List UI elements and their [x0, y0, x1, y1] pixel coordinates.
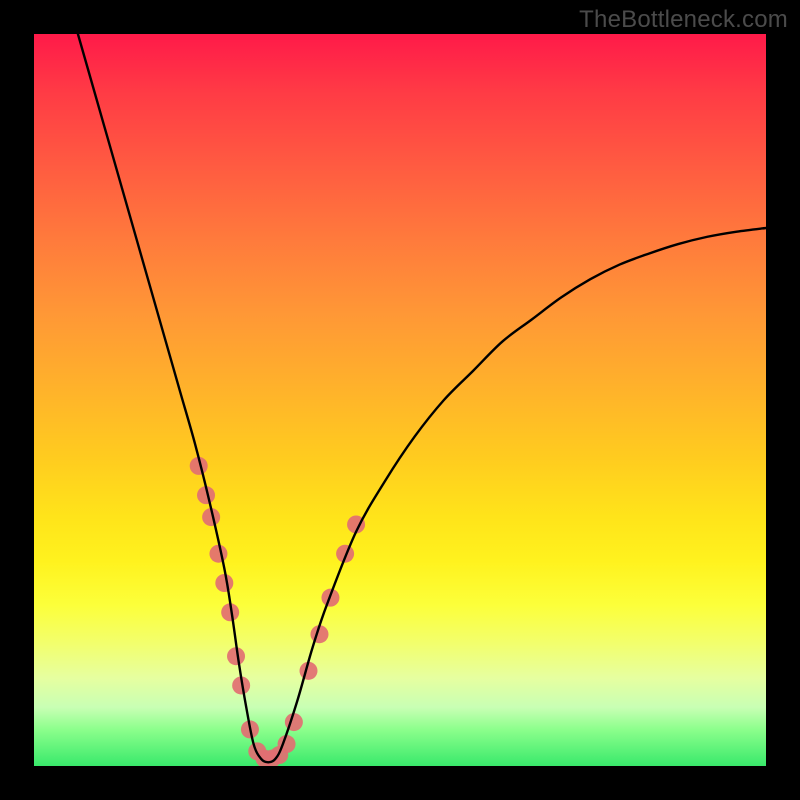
curve-layer — [34, 34, 766, 766]
plot-area — [34, 34, 766, 766]
highlight-dot — [215, 574, 233, 592]
bottleneck-curve — [78, 34, 766, 762]
highlight-dot — [209, 545, 227, 563]
scatter-dots — [190, 457, 365, 766]
chart-frame: TheBottleneck.com — [0, 0, 800, 800]
watermark-text: TheBottleneck.com — [579, 6, 788, 34]
